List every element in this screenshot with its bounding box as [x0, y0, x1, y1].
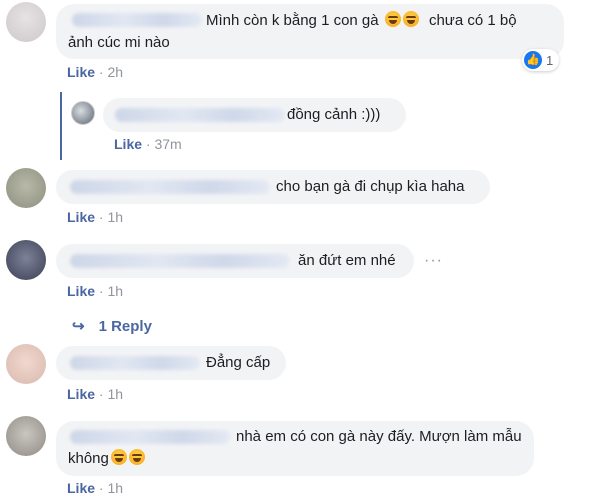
reply-timestamp[interactable]: 37m: [154, 136, 181, 152]
comment-meta: Like · 1h: [67, 480, 124, 496]
reply-thread-line: [60, 92, 62, 160]
laughing-emoji-icon: [402, 11, 419, 27]
commenter-name-blurred[interactable]: [70, 356, 200, 370]
laughing-emoji-icon: [110, 449, 127, 465]
comment-meta: Like · 1h: [67, 209, 124, 225]
like-link[interactable]: Like: [67, 209, 95, 225]
laughing-emoji-icon: [128, 449, 145, 465]
comment-timestamp[interactable]: 1h: [107, 480, 123, 496]
comment-timestamp[interactable]: 2h: [107, 64, 123, 80]
comment-meta: Like · 1h: [67, 283, 124, 299]
reaction-count-badge[interactable]: 👍 1: [522, 49, 560, 71]
commenter-avatar[interactable]: [6, 168, 46, 208]
comment-text: ăn đứt em nhé: [298, 252, 396, 269]
reaction-count: 1: [546, 52, 554, 68]
reply-arrow-icon: ↪: [72, 318, 85, 335]
commenter-avatar[interactable]: [6, 240, 46, 280]
like-link[interactable]: Like: [67, 480, 95, 496]
commenter-name-blurred[interactable]: [70, 430, 230, 444]
comment-text: Đẳng cấp: [206, 354, 271, 371]
commenter-avatar[interactable]: [6, 416, 46, 456]
like-link[interactable]: Like: [67, 283, 95, 299]
comment-timestamp[interactable]: 1h: [107, 386, 123, 402]
comment-meta: Like · 2h: [67, 64, 124, 80]
reply-text: đồng cảnh :))): [287, 106, 381, 123]
like-link[interactable]: Like: [67, 64, 95, 80]
comment-text-line2: không: [68, 450, 109, 467]
replies-count-label: 1 Reply: [98, 318, 152, 335]
view-replies-link[interactable]: ↪ 1 Reply: [72, 317, 152, 335]
comment-text-line2: ảnh cúc mi nào: [68, 34, 170, 51]
laughing-emoji-icon: [384, 11, 401, 27]
comment-timestamp[interactable]: 1h: [107, 283, 123, 299]
comment-text: cho bạn gà đi chụp kìa haha: [276, 178, 465, 195]
comment-text-continued: chưa có 1 bộ: [428, 12, 517, 29]
commenter-avatar[interactable]: [6, 2, 46, 42]
comment-bubble: Mình còn k bằng 1 con gà chưa có 1 bộ ản…: [56, 4, 564, 59]
replier-avatar[interactable]: [71, 101, 95, 125]
thumbs-up-reaction-icon: 👍: [524, 51, 542, 69]
like-link[interactable]: Like: [67, 386, 95, 402]
more-options-icon[interactable]: ···: [424, 252, 443, 270]
commenter-avatar[interactable]: [6, 344, 46, 384]
like-link[interactable]: Like: [114, 136, 142, 152]
commenter-name-blurred[interactable]: [70, 254, 290, 268]
reply-bubble: đồng cảnh :))): [103, 98, 406, 132]
comment-text: nhà em có con gà này đấy. Mượn làm mẫu: [236, 428, 522, 445]
comment-bubble: ăn đứt em nhé: [56, 244, 414, 278]
replier-name-blurred[interactable]: [115, 108, 285, 122]
comment-meta: Like · 1h: [67, 386, 124, 402]
comment-timestamp[interactable]: 1h: [107, 209, 123, 225]
reply-meta: Like · 37m: [114, 136, 182, 152]
comment-text: Mình còn k bằng 1 con gà: [206, 12, 379, 29]
comment-bubble: Đẳng cấp: [56, 346, 286, 380]
comment-bubble: cho bạn gà đi chụp kìa haha: [56, 170, 490, 204]
commenter-name-blurred[interactable]: [70, 180, 270, 194]
commenter-name-blurred[interactable]: [72, 13, 202, 27]
comment-bubble: nhà em có con gà này đấy. Mượn làm mẫu k…: [56, 421, 534, 476]
